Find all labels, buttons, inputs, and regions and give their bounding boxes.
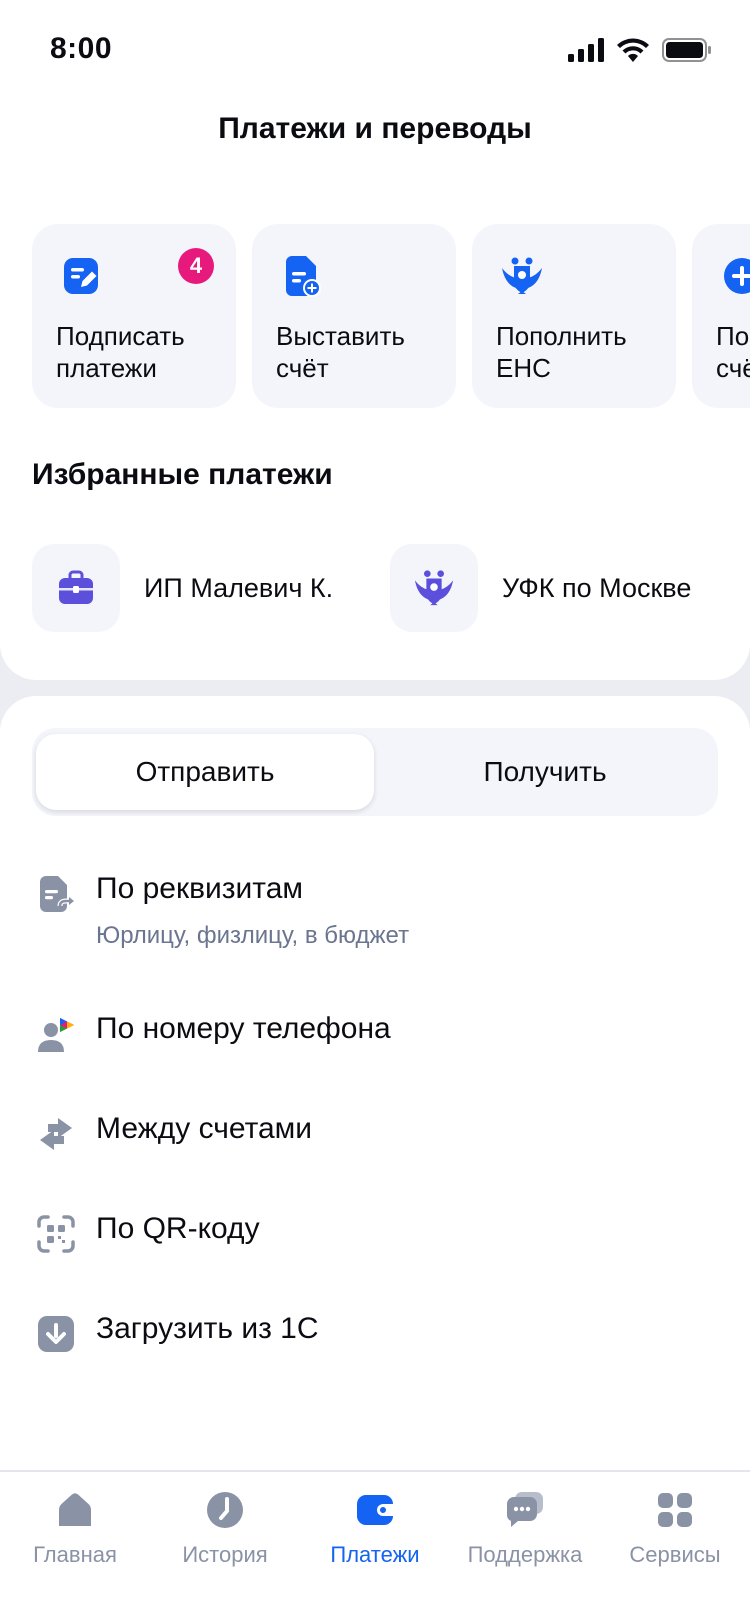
by-phone-item[interactable]: По номеру телефона [0, 1006, 750, 1106]
tab-services-label: Сервисы [629, 1542, 721, 1567]
by-qr-label: По QR-коду [96, 1212, 260, 1245]
bottom-tab-bar: Главная История Платежи Поддержка Сервис… [0, 1470, 750, 1624]
top-up-ens-card[interactable]: Пополнить ЕНС [472, 224, 676, 408]
plus-circle-icon [724, 258, 750, 294]
by-qr-item[interactable]: По QR-коду [0, 1206, 750, 1306]
clock-icon [207, 1492, 243, 1528]
download-icon [38, 1316, 74, 1352]
tab-support-label: Поддержка [467, 1542, 583, 1567]
top-up-account-card[interactable]: Пополнить счёт [692, 224, 750, 408]
tab-history[interactable]: История [150, 1490, 300, 1590]
sign-document-icon [64, 258, 98, 294]
tab-payments[interactable]: Платежи [300, 1490, 450, 1590]
person-sbp-icon [38, 1018, 74, 1052]
eagle-emblem-icon [414, 570, 454, 606]
payments-screen: 8:00 Платежи и переводы 4 Подписать плат… [0, 0, 750, 1624]
invoice-add-icon [286, 256, 321, 297]
by-details-label: По реквизитам [96, 872, 303, 905]
wifi-icon [617, 38, 649, 62]
import-1c-item[interactable]: Загрузить из 1С [0, 1306, 750, 1406]
tab-payments-label: Платежи [330, 1542, 420, 1567]
status-time: 8:00 [50, 32, 113, 65]
favorite-avatar [32, 544, 120, 632]
top-up-ens-label: Пополнить ЕНС [496, 321, 627, 383]
pending-count-badge: 4 [178, 248, 214, 284]
signal-icon [568, 38, 604, 62]
swap-arrows-icon [40, 1118, 72, 1150]
send-tab[interactable]: Отправить [36, 734, 374, 810]
by-details-item[interactable]: По реквизитам Юрлицу, физлицу, в бюджет [0, 866, 750, 1006]
top-up-account-label: Пополнить счёт [716, 321, 750, 383]
favorite-avatar [390, 544, 478, 632]
battery-icon [662, 38, 711, 62]
tab-home[interactable]: Главная [0, 1490, 150, 1590]
briefcase-icon [59, 570, 93, 604]
grid-icon [658, 1493, 692, 1527]
status-bar: 8:00 [0, 0, 750, 100]
tab-support[interactable]: Поддержка [450, 1490, 600, 1590]
receive-tab[interactable]: Получить [376, 734, 714, 810]
wallet-icon [357, 1495, 393, 1525]
document-transfer-icon [40, 876, 74, 912]
chat-icon [506, 1492, 543, 1527]
tab-home-label: Главная [33, 1542, 117, 1567]
status-icons [568, 38, 712, 62]
send-receive-toggle: Отправить Получить [32, 728, 718, 816]
quick-actions-row: 4 Подписать платежи Выставить счёт Попол… [32, 224, 750, 408]
tab-history-label: История [182, 1542, 268, 1567]
eagle-emblem-icon [502, 257, 542, 294]
home-icon [59, 1493, 91, 1526]
issue-invoice-label: Выставить счёт [276, 321, 405, 383]
by-phone-label: По номеру телефона [96, 1012, 391, 1045]
page-title: Платежи и переводы [218, 112, 532, 145]
issue-invoice-card[interactable]: Выставить счёт [252, 224, 456, 408]
transfer-options-list: По реквизитам Юрлицу, физлицу, в бюджет … [0, 866, 750, 1406]
favorite-item[interactable]: УФК по Москве [390, 544, 720, 632]
qr-scan-icon [37, 1215, 75, 1253]
favorites-row: ИП Малевич К. УФК по Москве [32, 544, 720, 632]
between-accounts-label: Между счетами [96, 1112, 313, 1145]
tab-services[interactable]: Сервисы [600, 1490, 750, 1590]
by-details-subtitle: Юрлицу, физлицу, в бюджет [96, 922, 410, 949]
sign-payments-card[interactable]: 4 Подписать платежи [32, 224, 236, 408]
sign-payments-label: Подписать платежи [56, 321, 185, 383]
top-card: 8:00 Платежи и переводы 4 Подписать плат… [0, 0, 750, 680]
favorite-item[interactable]: ИП Малевич К. [32, 544, 362, 632]
favorite-name: ИП Малевич К. [144, 572, 334, 603]
favorite-name: УФК по Москве [502, 572, 692, 603]
import-1c-label: Загрузить из 1С [96, 1312, 319, 1345]
between-accounts-item[interactable]: Между счетами [0, 1106, 750, 1206]
favorites-title: Избранные платежи [32, 458, 333, 491]
